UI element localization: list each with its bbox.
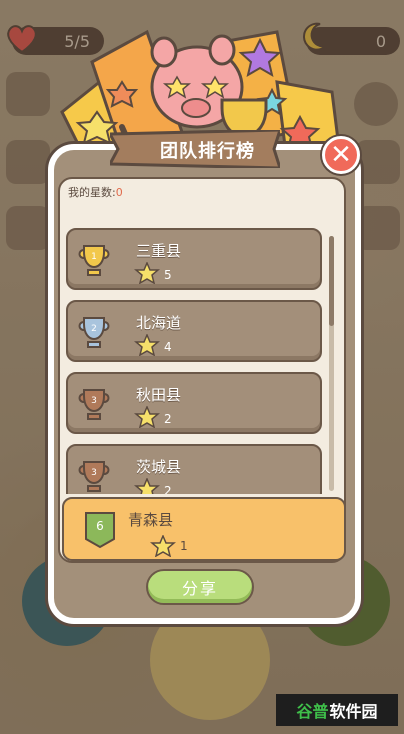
silver-trophy-icon: 2 — [78, 317, 110, 348]
svg-text:3: 3 — [91, 468, 97, 478]
team-name: 茨城县 — [136, 458, 182, 476]
my-team-name: 青森县 — [128, 511, 174, 529]
team-name: 秋田县 — [136, 386, 182, 404]
ranking-row: 3 秋田县 2 — [66, 372, 322, 434]
team-stars: 5 — [164, 268, 172, 282]
watermark-accent: 谷普 — [296, 702, 329, 721]
team-stars: 2 — [164, 484, 172, 494]
share-button[interactable]: 分享 — [146, 569, 254, 605]
watermark-rest: 软件园 — [329, 702, 378, 721]
bronze-trophy-icon: 3 — [78, 389, 110, 420]
my-stars-label: 我的星数: — [68, 186, 116, 199]
svg-text:1: 1 — [91, 252, 97, 262]
close-button[interactable]: ✕ — [322, 136, 360, 174]
my-stars: 我的星数:0 — [68, 184, 123, 200]
my-team-stars: 1 — [180, 539, 188, 553]
star-icon — [134, 406, 160, 428]
team-name: 北海道 — [136, 314, 182, 332]
my-team-row: 6 青森县 1 — [62, 497, 346, 561]
ranking-row: 3 茨城县 2 — [66, 444, 322, 494]
watermark-logo: 谷普 软件园 — [276, 694, 398, 726]
ranking-row: 1 三重县 5 — [66, 228, 322, 290]
my-rank: 6 — [96, 519, 104, 533]
bronze-trophy-icon: 3 — [78, 461, 110, 492]
modal-title: 团队排行榜 — [160, 141, 255, 162]
team-stars: 2 — [164, 412, 172, 426]
my-stars-value: 0 — [115, 186, 123, 199]
gold-trophy-icon: 1 — [78, 245, 110, 276]
svg-text:3: 3 — [91, 396, 97, 406]
close-icon: ✕ — [330, 140, 352, 170]
star-icon — [134, 334, 160, 356]
scrollbar-thumb[interactable] — [329, 236, 334, 326]
team-stars: 4 — [164, 340, 172, 354]
svg-text:2: 2 — [91, 324, 97, 334]
ranking-row: 2 北海道 4 — [66, 300, 322, 362]
star-icon — [150, 535, 176, 557]
team-name: 三重县 — [136, 242, 182, 260]
star-icon — [134, 478, 160, 494]
star-icon — [134, 262, 160, 284]
ranking-list[interactable]: 1 三重县 5 2 北海道 4 3 秋田县 2 3 茨城县 2 — [64, 222, 326, 494]
